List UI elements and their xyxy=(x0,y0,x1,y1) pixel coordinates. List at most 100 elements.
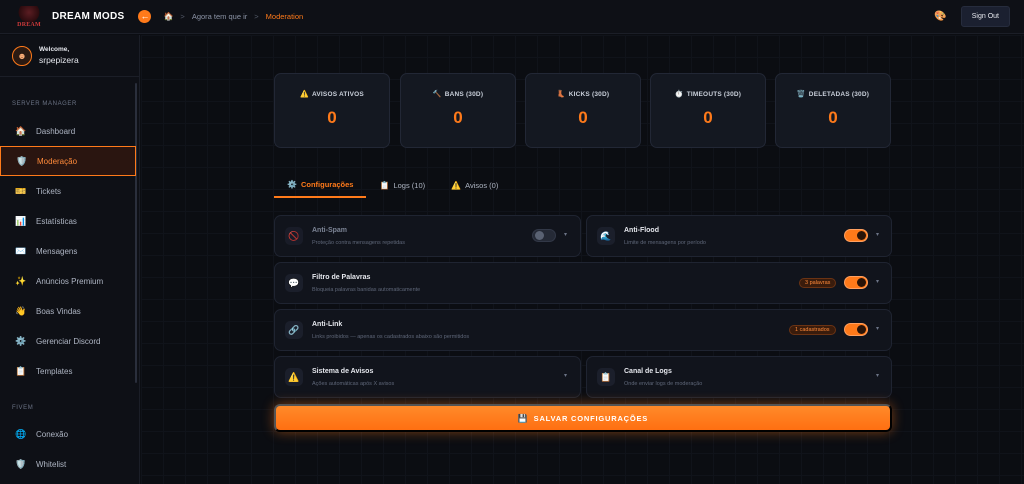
welcome-label: Welcome, xyxy=(39,46,70,53)
stat-card-avisos-ativos: ⚠️ AVISOS ATIVOS 0 xyxy=(274,73,390,148)
sidebar-item-label: Estatísticas xyxy=(36,216,77,226)
logo-emblem-icon xyxy=(18,5,40,22)
chevron-down-icon[interactable]: ▾ xyxy=(876,372,879,379)
stat-card-kicks: 👢 KICKS (30D) 0 xyxy=(525,73,641,148)
panel-title: Sistema de Avisos xyxy=(312,368,374,375)
sidebar-item-dashboard[interactable]: 🏠 Dashboard xyxy=(0,116,136,146)
panel-description: Bloqueia palavras banidas automaticament… xyxy=(312,287,421,293)
chevron-down-icon[interactable]: ▾ xyxy=(876,231,879,238)
tab-label: Logs (10) xyxy=(393,180,426,190)
gear-icon: ⚙️ xyxy=(15,335,27,346)
sidebar-item-mensagens[interactable]: ✉️ Mensagens xyxy=(0,236,136,266)
trash-icon: 🗑️ xyxy=(796,91,806,98)
sidebar-item-templates[interactable]: 📋 Templates xyxy=(0,356,136,386)
tab-label: Avisos (0) xyxy=(465,180,499,190)
panel-title: Canal de Logs xyxy=(624,368,672,375)
link-icon: 🔗 xyxy=(285,321,303,339)
sidebar-item-label: Templates xyxy=(36,366,73,376)
section-label-fivem: FIVEM xyxy=(12,405,34,411)
envelope-icon: ✉️ xyxy=(15,245,27,256)
warning-icon: ⚠️ xyxy=(285,368,303,386)
panel-title: Anti-Link xyxy=(312,321,343,328)
panel-title: Filtro de Palavras xyxy=(312,274,371,281)
back-button[interactable]: ← xyxy=(138,10,152,23)
breadcrumb-server[interactable]: Agora tem que ir xyxy=(192,12,247,21)
stat-value: 0 xyxy=(703,108,713,127)
chevron-down-icon[interactable]: ▾ xyxy=(564,372,567,379)
anti-link-toggle[interactable] xyxy=(844,323,868,336)
boot-icon: 👢 xyxy=(556,91,566,98)
sign-out-button[interactable]: Sign Out xyxy=(960,6,1010,27)
avatar[interactable]: ☻ xyxy=(12,45,32,66)
sidebar-item-label: Conexão xyxy=(36,429,69,439)
save-settings-label: SALVAR CONFIGURAÇÕES xyxy=(533,413,649,423)
top-bar: DREAM DREAM MODS ← 🏠 > Agora tem que ir … xyxy=(0,0,1024,34)
chevron-down-icon[interactable]: ▾ xyxy=(564,231,567,238)
stat-label: DELETADAS (30D) xyxy=(808,91,870,98)
save-settings-button[interactable]: 💾 SALVAR CONFIGURAÇÕES xyxy=(274,404,892,432)
panel-filtro-palavras[interactable]: 💬 Filtro de Palavras Bloqueia palavras b… xyxy=(274,262,892,304)
brand-logo[interactable]: DREAM xyxy=(12,5,46,28)
stat-card-bans: 🔨 BANS (30D) 0 xyxy=(400,73,516,148)
breadcrumb-separator: > xyxy=(254,12,259,21)
hammer-icon: 🔨 xyxy=(432,91,442,98)
wave-icon: 🌊 xyxy=(597,227,615,245)
sidebar-item-label: Whitelist xyxy=(36,459,67,469)
shield-icon: 🛡️ xyxy=(16,155,28,166)
chevron-down-icon[interactable]: ▾ xyxy=(876,278,879,285)
sidebar-item-whitelist[interactable]: 🛡️ Whitelist xyxy=(0,449,136,479)
username: srpepizera xyxy=(39,55,79,65)
sidebar-item-boas-vindas[interactable]: 👋 Boas Vindas xyxy=(0,296,136,326)
panel-anti-flood[interactable]: 🌊 Anti-Flood Limite de mensagens por per… xyxy=(586,215,892,257)
tab-logs[interactable]: 📋 Logs (10) xyxy=(366,172,438,198)
stat-value: 0 xyxy=(578,108,588,127)
sidebar-item-label: Moderação xyxy=(37,156,78,166)
tab-label: Configurações xyxy=(300,179,354,189)
chart-icon: 📊 xyxy=(15,215,27,226)
clipboard-icon: 📋 xyxy=(15,365,27,376)
link-count-badge: 1 cadastrados xyxy=(789,325,836,335)
panel-anti-spam[interactable]: 🚫 Anti-Spam Proteção contra mensagens re… xyxy=(274,215,581,257)
sidebar-item-label: Mensagens xyxy=(36,246,78,256)
breadcrumb-separator: > xyxy=(180,12,185,21)
sidebar: ☻ Welcome, srpepizera SERVER MANAGER 🏠 D… xyxy=(0,35,140,484)
panel-description: Proteção contra mensagens repetidas xyxy=(312,240,405,246)
ticket-icon: 🎫 xyxy=(15,185,27,196)
sidebar-item-gerenciar-discord[interactable]: ⚙️ Gerenciar Discord xyxy=(0,326,136,356)
panel-description: Onde enviar logs de moderação xyxy=(624,381,703,387)
sidebar-item-conexao[interactable]: 🌐 Conexão xyxy=(0,419,136,449)
sidebar-item-estatisticas[interactable]: 📊 Estatísticas xyxy=(0,206,136,236)
panel-sistema-avisos[interactable]: ⚠️ Sistema de Avisos Ações automáticas a… xyxy=(274,356,581,398)
user-box: ☻ Welcome, srpepizera xyxy=(0,35,139,77)
sidebar-item-tickets[interactable]: 🎫 Tickets xyxy=(0,176,136,206)
stat-card-timeouts: ⏱️ TIMEOUTS (30D) 0 xyxy=(650,73,766,148)
floppy-disk-icon: 💾 xyxy=(517,413,529,423)
globe-icon: 🌐 xyxy=(15,428,27,439)
sidebar-item-anuncios-premium[interactable]: ✨ Anúncios Premium xyxy=(0,266,136,296)
palette-icon[interactable]: 🎨 xyxy=(934,11,946,22)
panel-canal-logs[interactable]: 📋 Canal de Logs Onde enviar logs de mode… xyxy=(586,356,892,398)
speech-bubble-icon: 💬 xyxy=(285,274,303,292)
gear-icon: ⚙️ xyxy=(287,179,297,189)
anti-spam-toggle[interactable] xyxy=(532,229,556,242)
no-entry-icon: 🚫 xyxy=(285,227,303,245)
sidebar-item-label: Anúncios Premium xyxy=(36,276,104,286)
chevron-down-icon[interactable]: ▾ xyxy=(876,325,879,332)
breadcrumb: 🏠 > Agora tem que ir > Moderation xyxy=(163,12,303,21)
stat-value: 0 xyxy=(453,108,463,127)
filtro-palavras-toggle[interactable] xyxy=(844,276,868,289)
main-content: ⚠️ AVISOS ATIVOS 0 🔨 BANS (30D) 0 👢 KICKS (… xyxy=(141,35,1024,484)
panel-anti-link[interactable]: 🔗 Anti-Link Links proibidos — apenas os … xyxy=(274,309,892,351)
stat-label: BANS (30D) xyxy=(444,91,484,98)
section-label-server-manager: SERVER MANAGER xyxy=(12,101,77,107)
panel-title: Anti-Flood xyxy=(624,227,659,234)
sidebar-item-label: Tickets xyxy=(36,186,62,196)
tab-avisos[interactable]: ⚠️ Avisos (0) xyxy=(438,172,511,198)
home-icon[interactable]: 🏠 xyxy=(163,12,173,21)
sidebar-item-moderacao[interactable]: 🛡️ Moderação xyxy=(0,146,136,176)
sidebar-item-label: Dashboard xyxy=(36,126,76,136)
sidebar-item-label: Gerenciar Discord xyxy=(36,336,101,346)
wave-icon: 👋 xyxy=(15,305,27,316)
tab-configuracoes[interactable]: ⚙️ Configurações xyxy=(274,172,367,198)
anti-flood-toggle[interactable] xyxy=(844,229,868,242)
